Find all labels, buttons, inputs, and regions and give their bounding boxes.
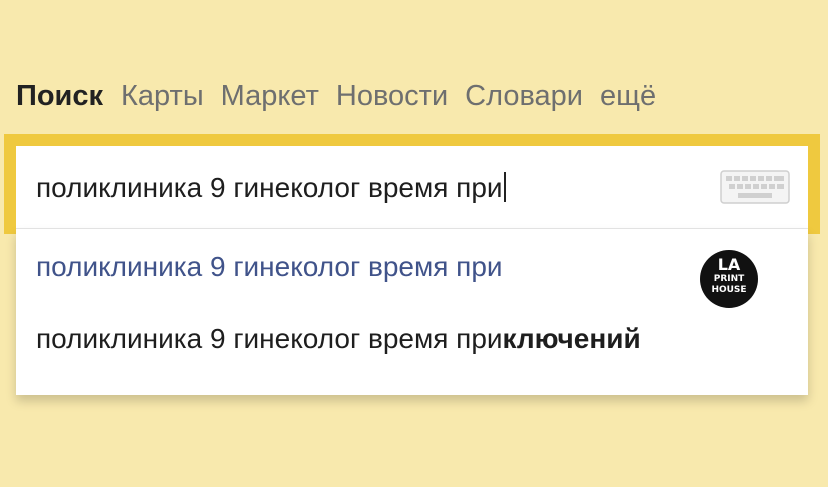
search-query[interactable]: поликлиника 9 гинеколог время при: [36, 172, 503, 203]
suggestion-completion: ключений: [502, 323, 641, 354]
search-input-text[interactable]: поликлиника 9 гинеколог время при: [36, 172, 506, 204]
watermark-line-3: HOUSE: [711, 285, 747, 295]
suggestion-item[interactable]: поликлиника 9 гинеколог время приключени…: [36, 323, 641, 355]
suggestion-item[interactable]: поликлиника 9 гинеколог время при: [36, 251, 503, 283]
suggestion-prefix: поликлиника 9 гинеколог время при: [36, 323, 503, 354]
keyboard-icon[interactable]: [720, 170, 790, 204]
watermark-logo: LA PRINT HOUSE: [700, 250, 758, 308]
nav-item-news[interactable]: Новости: [336, 80, 448, 113]
nav-item-market[interactable]: Маркет: [221, 80, 319, 113]
search-input[interactable]: поликлиника 9 гинеколог время при: [16, 146, 808, 229]
nav-item-search[interactable]: Поиск: [16, 80, 103, 113]
suggestion-prefix: поликлиника 9 гинеколог время при: [36, 251, 503, 282]
suggestions-dropdown: поликлиника 9 гинеколог время при поликл…: [16, 229, 808, 395]
text-cursor: [503, 172, 506, 202]
watermark-line-2: PRINT: [713, 274, 745, 284]
watermark-line-1: LA: [717, 255, 741, 274]
top-navigation: Поиск Карты Маркет Новости Словари ещё: [16, 80, 673, 120]
nav-item-more[interactable]: ещё: [600, 80, 656, 113]
nav-item-maps[interactable]: Карты: [121, 80, 204, 113]
nav-item-dictionaries[interactable]: Словари: [465, 80, 583, 113]
